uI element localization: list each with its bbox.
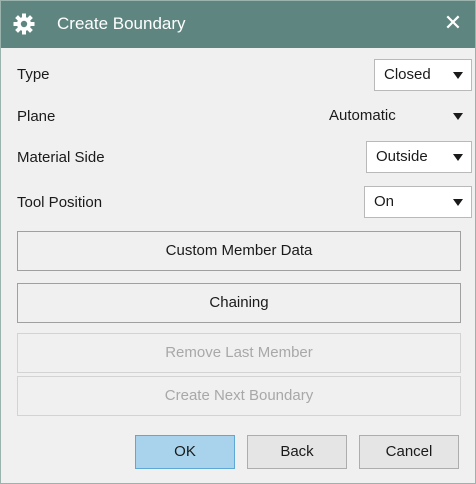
cancel-button[interactable]: Cancel xyxy=(359,435,459,469)
create-next-boundary-button[interactable]: Create Next Boundary xyxy=(17,376,461,416)
ok-button[interactable]: OK xyxy=(135,435,235,469)
chaining-button[interactable]: Chaining xyxy=(17,283,461,323)
tool-position-dropdown[interactable]: On xyxy=(364,186,472,218)
chevron-down-icon xyxy=(453,72,463,79)
plane-value: Automatic xyxy=(329,107,396,124)
type-label: Type xyxy=(17,66,50,83)
type-dropdown[interactable]: Closed xyxy=(374,59,472,91)
chevron-down-icon xyxy=(453,199,463,206)
type-value: Closed xyxy=(384,66,431,83)
dialog-title: Create Boundary xyxy=(57,14,186,33)
close-icon[interactable]: ✕ xyxy=(441,11,465,35)
tool-position-label: Tool Position xyxy=(17,194,103,211)
title-bar[interactable]: Create Boundary ✕ xyxy=(1,1,475,48)
remove-last-member-button[interactable]: Remove Last Member xyxy=(17,333,461,373)
plane-label: Plane xyxy=(17,108,56,125)
back-button[interactable]: Back xyxy=(247,435,347,469)
chevron-down-icon xyxy=(453,113,463,120)
plane-dropdown[interactable]: Automatic xyxy=(319,100,472,132)
custom-member-data-button[interactable]: Custom Member Data xyxy=(17,231,461,271)
tool-position-value: On xyxy=(374,193,395,210)
material-side-dropdown[interactable]: Outside xyxy=(366,141,472,173)
gear-icon xyxy=(13,13,35,35)
material-side-value: Outside xyxy=(376,148,428,165)
chevron-down-icon xyxy=(453,154,463,161)
create-boundary-dialog: Create Boundary ✕ Type Closed Plane Auto… xyxy=(0,0,476,484)
material-side-label: Material Side xyxy=(17,149,105,166)
